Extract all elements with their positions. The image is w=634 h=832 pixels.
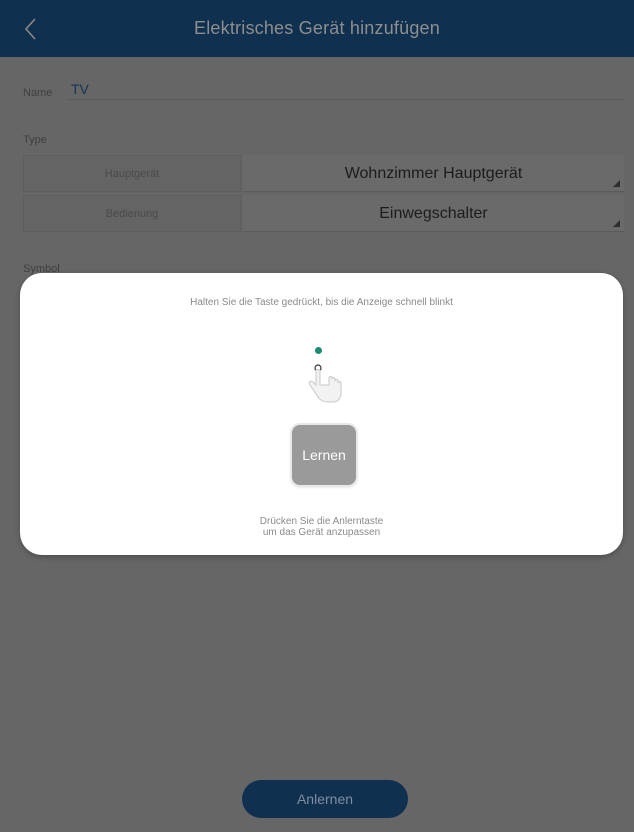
name-input[interactable]	[68, 79, 624, 100]
indicator-led-icon	[315, 347, 322, 354]
app-header: Elektrisches Gerät hinzufügen	[0, 0, 634, 57]
control-label: Bedienung	[23, 195, 241, 232]
dropdown-corner-icon	[613, 180, 620, 187]
main-device-value: Wohnzimmer Hauptgerät	[344, 165, 523, 182]
main-device-label: Hauptgerät	[23, 155, 241, 192]
pointing-hand-icon	[308, 364, 342, 403]
main-device-row: Hauptgerät Wohnzimmer Hauptgerät	[23, 155, 624, 192]
anlernen-button[interactable]: Anlernen	[242, 780, 408, 818]
control-row: Bedienung Einwegschalter	[23, 195, 624, 232]
control-select[interactable]: Einwegschalter	[243, 195, 624, 232]
page-title: Elektrisches Gerät hinzufügen	[194, 18, 440, 38]
dialog-hint: Drücken Sie die Anlerntaste um das Gerät…	[20, 516, 623, 538]
type-label: Type	[23, 134, 47, 146]
lernen-button[interactable]: Lernen	[292, 425, 356, 485]
dropdown-corner-icon	[613, 220, 620, 227]
name-label: Name	[23, 87, 53, 99]
dialog-hint-line1: Drücken Sie die Anlerntaste	[259, 516, 384, 527]
learn-dialog: Halten Sie die Taste gedrückt, bis die A…	[20, 273, 623, 555]
control-value: Einwegschalter	[379, 205, 488, 222]
dialog-hint-line2: um das Gerät anzupassen	[262, 527, 381, 538]
dialog-instruction: Halten Sie die Taste gedrückt, bis die A…	[190, 297, 453, 308]
main-device-select[interactable]: Wohnzimmer Hauptgerät	[243, 155, 624, 192]
